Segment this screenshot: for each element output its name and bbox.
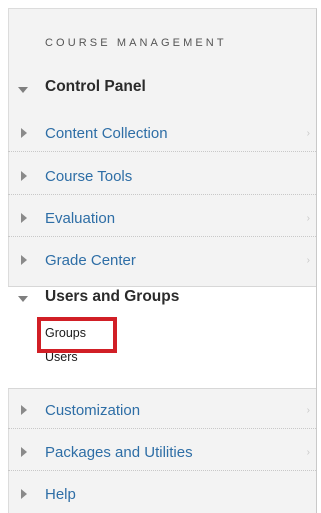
chevron-right-icon: › [306, 447, 310, 458]
course-management-heading: COURSE MANAGEMENT [45, 37, 227, 49]
menu-item-label: Course Tools [45, 168, 133, 185]
menu-item-label: Packages and Utilities [45, 444, 193, 461]
menu-item-label: Content Collection [45, 125, 168, 142]
menu-item-help[interactable]: Help [8, 476, 316, 513]
users-and-groups-title[interactable]: Users and Groups [45, 288, 179, 306]
expand-arrow-icon [21, 171, 27, 181]
expand-arrow-icon [21, 489, 27, 499]
chevron-right-icon: › [306, 128, 310, 139]
groups-highlight-box [37, 317, 117, 353]
menu-item-label: Grade Center [45, 252, 136, 269]
expand-arrow-icon [21, 447, 27, 457]
menu-item-label: Evaluation [45, 210, 116, 227]
expand-arrow-icon [21, 128, 27, 138]
chevron-right-icon: › [306, 255, 310, 266]
menu-item-label: Help [45, 486, 76, 503]
menu-item-course-tools[interactable]: Course Tools [8, 158, 316, 195]
chevron-right-icon: › [306, 405, 310, 416]
menu-item-content-collection[interactable]: Content Collection › [8, 115, 316, 152]
expand-arrow-icon [21, 405, 27, 415]
collapse-arrow-icon[interactable] [18, 87, 28, 93]
expand-arrow-icon [21, 213, 27, 223]
menu-item-customization[interactable]: Customization › [8, 392, 316, 429]
menu-item-label: Customization [45, 402, 141, 419]
collapse-arrow-icon[interactable] [18, 296, 28, 302]
menu-item-packages-and-utilities[interactable]: Packages and Utilities › [8, 434, 316, 471]
menu-item-grade-center[interactable]: Grade Center › [8, 242, 316, 279]
chevron-right-icon: › [306, 213, 310, 224]
control-panel-title[interactable]: Control Panel [45, 78, 146, 96]
menu-item-evaluation[interactable]: Evaluation › [8, 200, 316, 237]
expand-arrow-icon [21, 255, 27, 265]
